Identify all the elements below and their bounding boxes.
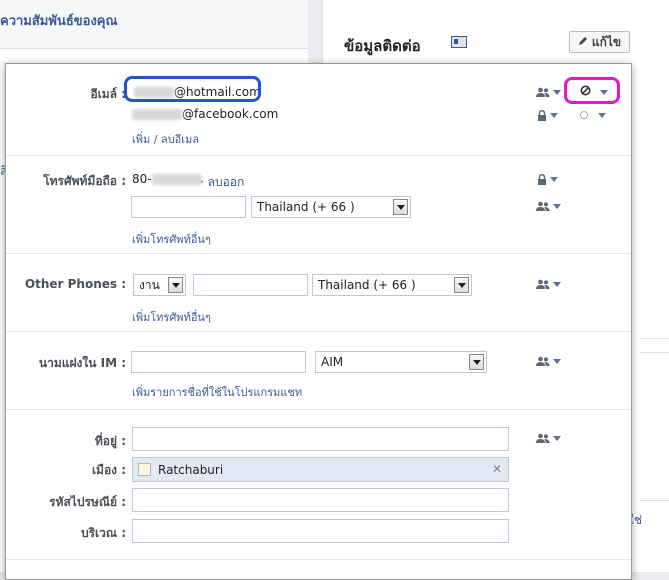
add-remove-email-link[interactable]: เพิ่ม / ลบอีเมล: [132, 130, 199, 148]
chevron-down-icon: [553, 435, 561, 441]
background-divider: [640, 352, 669, 353]
secondary-email: @facebook.com: [132, 107, 278, 121]
mobile-audience-selector[interactable]: [537, 172, 558, 186]
city-label: เมือง :: [91, 463, 126, 477]
background-divider: [640, 500, 669, 501]
mobile-number: 80-: [132, 172, 202, 186]
address-label: ที่อยู่ :: [94, 434, 126, 448]
mobile-label: โทรศัพท์มือถือ :: [43, 174, 126, 188]
address-input[interactable]: [132, 427, 509, 451]
blurred-phone-number: [151, 174, 202, 185]
mobile-country-select[interactable]: Thailand (+ 66 ): [251, 196, 411, 218]
people-icon: [536, 279, 550, 290]
mobile-number-prefix: 80-: [132, 172, 152, 186]
chevron-down-icon: [550, 112, 558, 118]
pink-highlight-annotation: [564, 77, 620, 104]
edit-button[interactable]: แก้ไข: [569, 31, 630, 53]
add-other-mobile-link[interactable]: เพิ่มโทรศัพท์อื่นๆ: [132, 230, 211, 248]
other-phone-country-select[interactable]: Thailand (+ 66 ): [312, 274, 472, 296]
other-phone-country-value: Thailand (+ 66 ): [318, 278, 416, 292]
new-mobile-audience-selector[interactable]: [536, 199, 561, 213]
remove-mobile-link[interactable]: · ลบออก: [200, 173, 244, 192]
people-icon: [536, 201, 550, 212]
area-input[interactable]: [132, 519, 509, 543]
im-row: นามแฝงใน IM : AIM เพิ่มรายการชื่อที่ใช้ใ…: [6, 331, 631, 410]
im-audience-selector[interactable]: [536, 354, 561, 368]
im-service-value: AIM: [321, 355, 344, 369]
contact-info-editor: อีเมล์ : @hotmail.com @facebook.com เพิ่…: [5, 63, 632, 580]
chevron-down-icon: [598, 112, 606, 118]
mobile-phone-row: โทรศัพท์มือถือ : 80- · ลบออก Thailand (+…: [6, 155, 631, 254]
contact-info-title: ข้อมูลติดต่อ: [344, 37, 421, 55]
phone-type-select[interactable]: งาน: [133, 274, 186, 296]
other-phone-input[interactable]: [193, 274, 308, 296]
relationship-heading: ความสัมพันธ์ของคุณ: [0, 14, 118, 29]
mobile-number-input[interactable]: [131, 196, 246, 218]
chevron-down-icon: [553, 281, 561, 287]
city-token-input[interactable]: Ratchaburi ✕: [132, 457, 509, 482]
add-other-phone-link[interactable]: เพิ่มโทรศัพท์อื่นๆ: [132, 308, 211, 326]
chevron-down-icon: [553, 89, 561, 95]
im-service-select[interactable]: AIM: [315, 351, 487, 373]
other-phone-audience-selector[interactable]: [536, 277, 561, 291]
area-label: บริเวณ :: [80, 526, 126, 540]
people-icon: [536, 356, 550, 367]
close-icon[interactable]: ✕: [492, 462, 502, 476]
people-icon: [536, 433, 550, 444]
address-row: ที่อยู่ : เมือง : รหัสไปรษณีย์ : บริเวณ …: [6, 409, 631, 560]
lock-icon: [537, 173, 547, 185]
chevron-down-icon: [553, 358, 561, 364]
im-screen-name-input[interactable]: [131, 351, 306, 373]
postal-code-label: รหัสไปรษณีย์ :: [49, 495, 126, 509]
chevron-down-icon: [553, 203, 561, 209]
dropdown-arrow-icon: [393, 199, 408, 215]
secondary-email-domain: @facebook.com: [182, 107, 279, 121]
email-row: อีเมล์ : @hotmail.com @facebook.com เพิ่…: [6, 64, 631, 156]
edit-button-label: แก้ไข: [591, 34, 622, 49]
postal-code-input[interactable]: [132, 488, 509, 512]
email-audience-selector[interactable]: [536, 85, 561, 99]
background-divider: [640, 338, 669, 339]
pencil-icon: [578, 35, 588, 49]
phone-type-value: งาน: [139, 278, 160, 292]
blurred-email-user: [132, 109, 182, 120]
other-phones-row: Other Phones : งาน Thailand (+ 66 ) เพิ่…: [6, 253, 631, 332]
contact-card-icon: [451, 36, 467, 48]
visibility-circle-icon: [580, 111, 588, 119]
other-phones-label: Other Phones :: [24, 277, 126, 291]
email-label: อีเมล์ :: [90, 87, 126, 101]
add-im-link[interactable]: เพิ่มรายการชื่อที่ใช้ในโปรแกรมแชท: [132, 383, 302, 401]
dropdown-arrow-icon: [454, 277, 469, 293]
city-icon: [138, 463, 151, 476]
mobile-country-value: Thailand (+ 66 ): [257, 200, 355, 214]
people-icon: [536, 87, 550, 98]
city-value: Ratchaburi: [158, 463, 224, 477]
secondary-email-audience-selector[interactable]: [537, 108, 558, 122]
chevron-down-icon: [550, 176, 558, 182]
blue-highlight-annotation: [124, 76, 261, 102]
dropdown-arrow-icon: [469, 354, 484, 370]
address-audience-selector[interactable]: [536, 431, 561, 445]
dropdown-arrow-icon: [168, 277, 183, 293]
lock-icon: [537, 109, 547, 121]
im-label: นามแฝงใน IM :: [38, 356, 126, 370]
secondary-email-visibility-selector[interactable]: [580, 108, 606, 122]
